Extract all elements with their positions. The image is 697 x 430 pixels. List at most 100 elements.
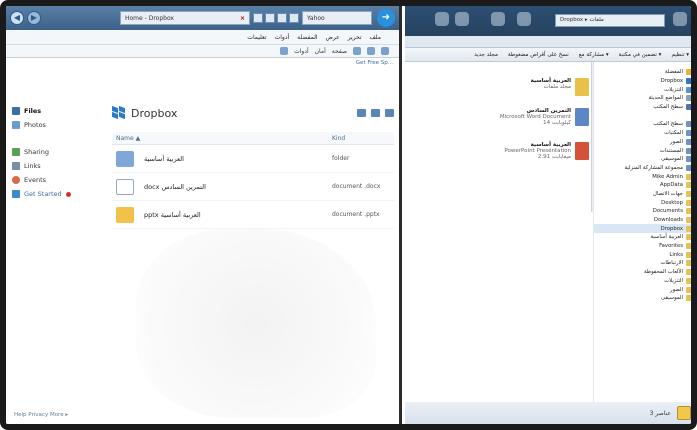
forward-icon[interactable] <box>455 12 469 26</box>
menu-item[interactable]: المفضلة <box>297 34 317 41</box>
menu-item[interactable]: أدوات <box>275 34 290 41</box>
sidebar-item-sharing[interactable]: Sharing <box>12 145 98 159</box>
home-icon[interactable] <box>253 13 263 23</box>
file-list-header: Name ▲ Kind <box>112 132 394 145</box>
tree-item[interactable]: Documents <box>594 207 691 216</box>
file-kind: document .docx <box>332 183 381 190</box>
browser-window: ◀ ▶ Home - Dropbox × Yahoo ➜ تعليمات أدو… <box>6 6 402 424</box>
mail-icon[interactable] <box>367 47 375 55</box>
command-item[interactable]: صفحة <box>332 48 347 55</box>
back-button[interactable]: ◀ <box>10 11 24 25</box>
menu-item[interactable]: تعليمات <box>247 34 266 41</box>
tree-item[interactable]: سطح المكتب <box>594 120 691 129</box>
folder-icon <box>686 182 691 189</box>
new-folder-icon[interactable] <box>371 109 380 117</box>
help-icon[interactable] <box>280 47 289 55</box>
folder-icon <box>686 190 691 197</box>
tree-item[interactable]: Favorites <box>594 242 691 251</box>
menu-item[interactable]: عرض <box>326 34 340 41</box>
menu-item[interactable]: ملف <box>370 34 381 41</box>
tree-item[interactable]: الموسيقى <box>594 155 691 164</box>
desktop-icon <box>517 12 531 26</box>
menu-item[interactable]: تحرير <box>348 34 362 41</box>
share-folder-icon[interactable] <box>385 109 394 117</box>
column-name[interactable]: Name ▲ <box>116 135 332 142</box>
home-icon[interactable] <box>381 47 389 55</box>
screen-frame: ◀ ▶ Home - Dropbox × Yahoo ➜ تعليمات أدو… <box>0 0 697 430</box>
tree-item[interactable]: الصور <box>594 285 691 294</box>
folder-icon <box>686 234 691 241</box>
sidebar-item-files[interactable]: Files <box>12 104 98 118</box>
toolbar-button[interactable]: مشاركة مع ▾ <box>579 52 609 58</box>
folder-icon <box>686 225 691 232</box>
tree-item[interactable]: المواضع الحديثة <box>594 94 691 103</box>
file-view: العربية أساسية مجلد ملفات التمرين السادس… <box>405 62 597 402</box>
file-item[interactable]: العربية أساسية مجلد ملفات <box>497 78 589 96</box>
tree-item[interactable]: جهات الاتصال <box>594 190 691 199</box>
mail-icon[interactable] <box>277 13 287 23</box>
tree-item[interactable]: التنزيلات <box>594 85 691 94</box>
file-row[interactable]: العربية أساسية folder <box>112 145 394 173</box>
sidebar-item-links[interactable]: Links <box>12 159 98 173</box>
back-icon[interactable] <box>435 12 449 26</box>
search-go-icon[interactable]: ➜ <box>377 9 395 27</box>
tree-item[interactable]: AppData <box>594 181 691 190</box>
file-row[interactable]: docx التمرين السادس document .docx <box>112 173 394 201</box>
tree-item[interactable]: الارتباطات <box>594 259 691 268</box>
tree-item[interactable]: Links <box>594 250 691 259</box>
search-icon[interactable] <box>673 12 687 26</box>
explorer-status-bar: 3 عناصر <box>405 402 691 424</box>
forward-button[interactable]: ▶ <box>27 11 41 25</box>
print-icon[interactable] <box>289 13 299 23</box>
header-actions <box>357 109 394 117</box>
file-item[interactable]: التمرين السادس Microsoft Word Document 1… <box>497 108 589 126</box>
folder-icon <box>677 406 691 420</box>
toolbar-button[interactable]: نسخ على أقراص مضغوطة <box>508 52 569 58</box>
close-tab-icon[interactable]: × <box>240 15 245 22</box>
feeds-icon[interactable] <box>265 13 275 23</box>
print-icon[interactable] <box>353 47 361 55</box>
sidebar-item-events[interactable]: Events <box>12 173 98 187</box>
tree-item-selected[interactable]: Dropbox <box>594 224 691 234</box>
item-count: 3 عناصر <box>649 409 671 417</box>
files-icon <box>12 107 20 115</box>
toolbar-button[interactable]: مجلد جديد <box>474 52 498 58</box>
powerpoint-icon <box>575 142 589 160</box>
word-document-icon <box>575 108 589 126</box>
file-item[interactable]: العربية أساسية PowerPoint Presentation 2… <box>497 142 589 160</box>
command-item[interactable]: أمان <box>315 48 326 55</box>
toolbar-button[interactable]: تضمين في مكتبة ▾ <box>619 52 662 58</box>
search-box[interactable]: Yahoo <box>302 11 372 25</box>
pictures-icon <box>686 138 691 145</box>
command-item[interactable]: أدوات <box>294 48 309 55</box>
tree-item[interactable]: التنزيلات <box>594 277 691 286</box>
tree-item[interactable]: الألعاب المحفوظة <box>594 268 691 277</box>
file-row[interactable]: pptx العربية أساسية document .pptx <box>112 201 394 229</box>
get-free-space-link[interactable]: Get Free Sp... <box>356 60 393 66</box>
footer-links[interactable]: Help Privacy More ▸ <box>14 412 68 418</box>
document-icon <box>116 178 134 195</box>
tree-item[interactable]: المفضلة <box>594 68 691 77</box>
tree-item[interactable]: المكتبات <box>594 129 691 138</box>
tree-item[interactable]: المستندات <box>594 146 691 155</box>
explorer-address-bar[interactable]: Dropbox ▸ ملفات <box>555 14 665 27</box>
tree-item[interactable]: Dropbox <box>594 77 691 86</box>
tree-item[interactable]: مجموعة المشاركة المنزلية <box>594 164 691 173</box>
browser-tab[interactable]: Home - Dropbox × <box>120 11 250 25</box>
tree-item[interactable]: الموسيقى <box>594 294 691 303</box>
toolbar-button[interactable]: تنظيم ▾ <box>671 52 689 58</box>
tree-item[interactable]: Downloads <box>594 216 691 225</box>
tree-item[interactable]: Mike Admin <box>594 172 691 181</box>
column-kind[interactable]: Kind <box>332 135 390 142</box>
tree-item[interactable]: العربية أساسية <box>594 233 691 242</box>
folder-icon <box>686 260 691 267</box>
upload-icon[interactable] <box>357 109 366 117</box>
explorer-body: العربية أساسية مجلد ملفات التمرين السادس… <box>405 62 691 402</box>
tree-item[interactable]: الصور <box>594 138 691 147</box>
sidebar-item-photos[interactable]: Photos <box>12 118 98 132</box>
sidebar-item-get-started[interactable]: Get Started <box>12 187 98 201</box>
tree-item[interactable]: Desktop <box>594 198 691 207</box>
tree-item[interactable]: سطح المكتب <box>594 103 691 112</box>
desktop-icon <box>686 121 691 128</box>
dropbox-main: Dropbox Name ▲ Kind العربية أساسية folde… <box>112 104 394 229</box>
